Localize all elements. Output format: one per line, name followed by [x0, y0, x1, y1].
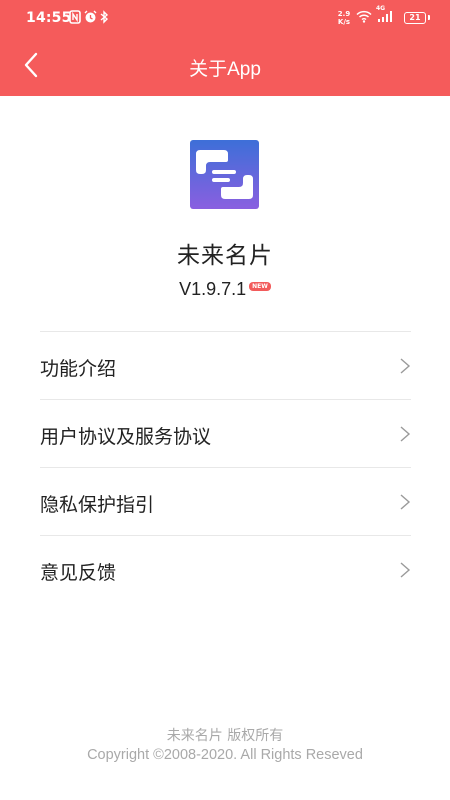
menu-item-user-agreement[interactable]: 用户协议及服务协议: [40, 400, 411, 468]
menu-item-label: 意见反馈: [40, 562, 117, 584]
chevron-right-icon: [399, 357, 411, 375]
nfc-icon: [69, 9, 81, 24]
signal-icon: 4G: [376, 5, 392, 27]
menu-item-label: 功能介绍: [40, 358, 117, 380]
bluetooth-icon: [99, 9, 111, 24]
menu-item-label: 用户协议及服务协议: [40, 426, 212, 448]
settings-menu: 功能介绍 用户协议及服务协议 隐私保护指引 意见反馈: [40, 331, 411, 604]
app-version: V1.9.7.1: [179, 279, 247, 299]
net-speed: 2.9 K/s: [336, 10, 352, 26]
net-speed-unit: K/s: [337, 17, 351, 26]
footer-brand: 未来名片 版权所有: [166, 728, 284, 744]
status-left-icons: [69, 9, 111, 24]
footer-copyright: Copyright ©2008-2020. All Rights Reseved: [87, 747, 363, 763]
app-name: 未来名片: [177, 243, 273, 269]
status-time: 14:55: [26, 10, 72, 26]
menu-item-features[interactable]: 功能介绍: [40, 332, 411, 400]
alarm-icon: [84, 9, 97, 23]
new-badge: NEW: [249, 282, 271, 291]
menu-item-feedback[interactable]: 意见反馈: [40, 536, 411, 604]
battery-level: 21: [404, 12, 426, 24]
menu-item-privacy-guide[interactable]: 隐私保护指引: [40, 468, 411, 536]
battery-icon: 21: [404, 12, 430, 24]
signal-label: 4G: [376, 5, 386, 12]
chevron-right-icon: [399, 493, 411, 511]
chevron-right-icon: [399, 561, 411, 579]
status-bar: 14:55 2.9 K/s 4G 21: [0, 0, 450, 36]
footer: 未来名片 版权所有 Copyright ©2008-2020. All Righ…: [0, 727, 450, 765]
status-right-icons: 2.9 K/s 4G: [336, 5, 392, 27]
chevron-right-icon: [399, 425, 411, 443]
top-bar: 14:55 2.9 K/s 4G 21 关于App: [0, 0, 450, 96]
app-logo-icon: [190, 140, 259, 209]
nav-bar: 关于App: [0, 44, 450, 90]
wifi-icon: [356, 8, 372, 27]
page-title: 关于App: [189, 59, 261, 80]
battery-tip: [428, 15, 430, 20]
version-row: V1.9.7.1 NEW: [0, 279, 450, 300]
net-speed-value: 2.9: [337, 9, 351, 18]
menu-item-label: 隐私保护指引: [40, 494, 155, 516]
